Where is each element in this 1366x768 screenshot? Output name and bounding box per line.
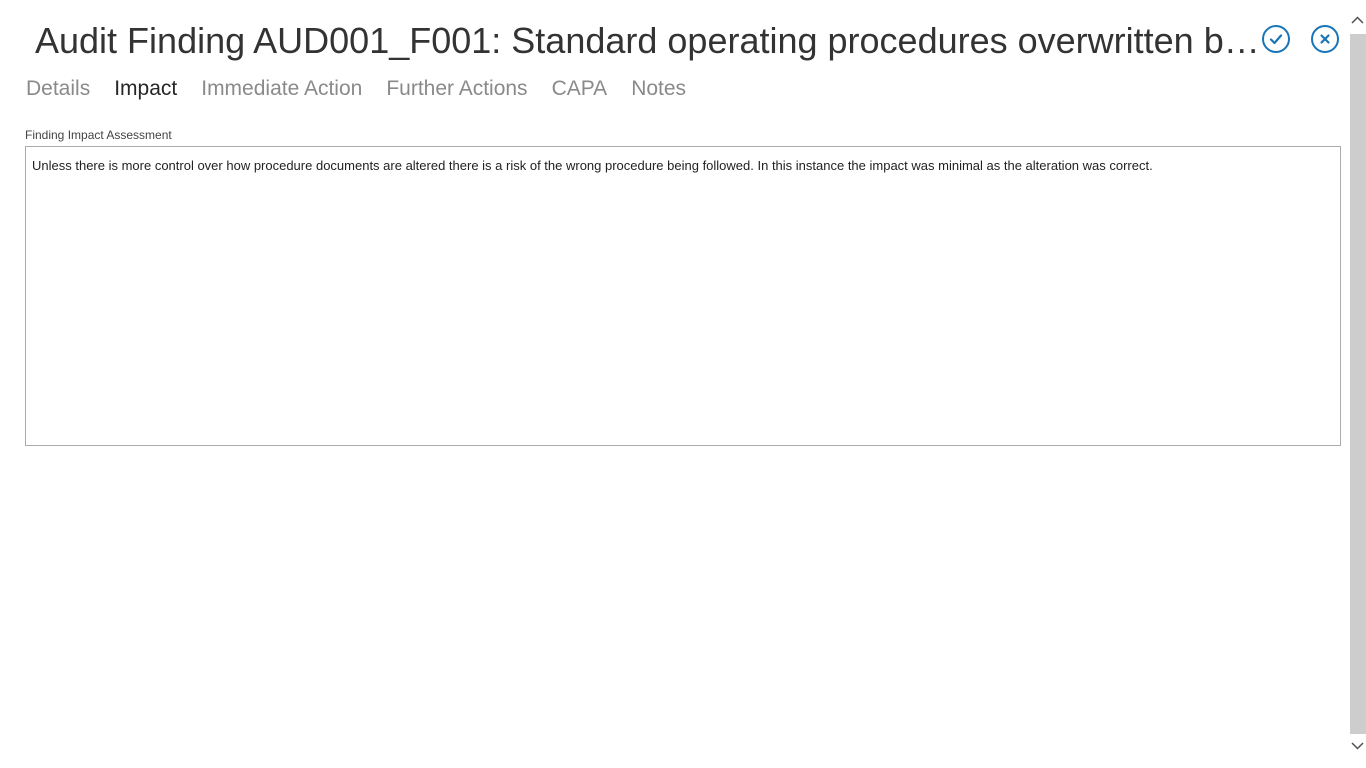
- scroll-up-icon[interactable]: [1349, 12, 1366, 29]
- tab-immediate-action[interactable]: Immediate Action: [201, 74, 362, 104]
- tab-capa[interactable]: CAPA: [552, 74, 608, 104]
- scroll-down-icon[interactable]: [1349, 737, 1366, 754]
- audit-finding-dialog: Audit Finding AUD001_F001: Standard oper…: [0, 0, 1366, 768]
- vertical-scrollbar[interactable]: [1349, 0, 1366, 768]
- close-icon: [1320, 34, 1330, 44]
- page-title: Audit Finding AUD001_F001: Standard oper…: [35, 20, 1260, 61]
- save-button[interactable]: [1262, 25, 1290, 53]
- tab-notes[interactable]: Notes: [631, 74, 686, 104]
- tab-further-actions[interactable]: Further Actions: [386, 74, 527, 104]
- close-button[interactable]: [1311, 25, 1339, 53]
- checkmark-icon: [1269, 34, 1283, 45]
- tab-impact[interactable]: Impact: [114, 74, 177, 104]
- scrollbar-thumb[interactable]: [1350, 34, 1366, 734]
- tab-details[interactable]: Details: [26, 74, 90, 104]
- tab-bar: Details Impact Immediate Action Further …: [26, 74, 710, 104]
- impact-assessment-label: Finding Impact Assessment: [25, 128, 172, 142]
- impact-assessment-textarea[interactable]: Unless there is more control over how pr…: [25, 146, 1341, 446]
